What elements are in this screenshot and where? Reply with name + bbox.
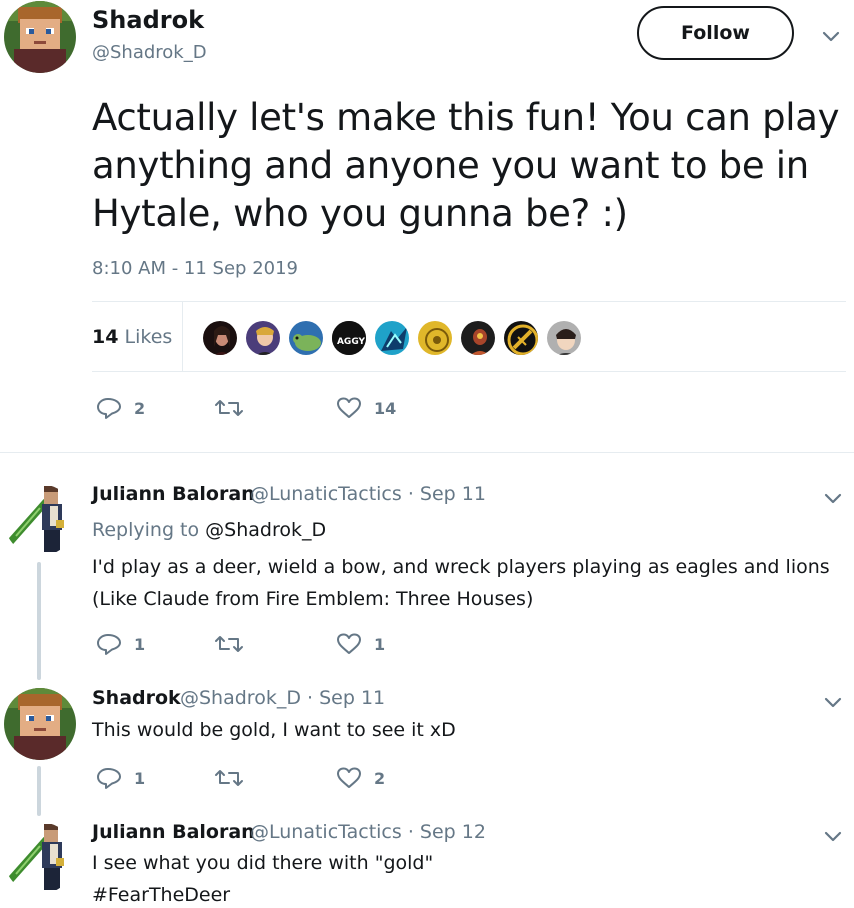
retweet-button[interactable] [214, 766, 244, 790]
reply-count: 1 [134, 634, 146, 654]
liker-avatar[interactable] [545, 319, 583, 357]
liker-avatar[interactable] [287, 319, 325, 357]
reply-avatar[interactable] [4, 822, 76, 894]
chevron-down-icon[interactable] [822, 487, 844, 509]
reply-text-line: This would be gold, I want to see it xD [92, 719, 456, 741]
thread-line [37, 562, 41, 680]
like-count: 14 [374, 398, 397, 418]
liker-avatar[interactable] [201, 319, 239, 357]
retweet-icon [215, 636, 243, 652]
reply-button[interactable]: 2 [96, 396, 145, 420]
divider [0, 452, 854, 453]
reply-author-handle: @LunaticTactics · Sep 12 [250, 821, 486, 843]
reply-text-line: (Like Claude from Fire Emblem: Three Hou… [92, 588, 534, 610]
reply-text: This would be gold, I want to see it xD [92, 714, 456, 746]
liker-avatar[interactable] [244, 319, 282, 357]
author-name[interactable]: Shadrok [92, 6, 204, 34]
reply-handle[interactable]: @LunaticTactics [250, 821, 402, 843]
retweet-icon [215, 770, 243, 786]
author-avatar[interactable] [4, 1, 76, 73]
like-count: 2 [374, 768, 386, 788]
reply-author-handle: @LunaticTactics · Sep 11 [250, 483, 486, 505]
reply-icon [97, 398, 121, 419]
divider [92, 371, 846, 372]
like-button[interactable]: 1 [336, 632, 385, 656]
replying-to-handle[interactable]: @Shadrok_D [205, 519, 326, 541]
reply-author-name[interactable]: Juliann Baloran [92, 821, 255, 843]
author-handle[interactable]: @Shadrok_D [92, 42, 207, 63]
thread-line [37, 766, 41, 816]
reply-text-line: I see what you did there with "gold" [92, 852, 434, 874]
reply-handle[interactable]: @Shadrok_D [180, 687, 301, 709]
reply-text: I'd play as a deer, wield a bow, and wre… [92, 551, 830, 615]
follow-button[interactable]: Follow [637, 6, 794, 60]
reply-date[interactable]: · Sep 11 [307, 687, 385, 709]
reply-date[interactable]: · Sep 11 [408, 483, 486, 505]
liker-badge-text: AGGY [337, 337, 366, 347]
chevron-down-icon[interactable] [820, 25, 842, 47]
likes-count[interactable]: 14 Likes [92, 326, 172, 348]
liker-avatar[interactable] [502, 319, 540, 357]
heart-icon [337, 397, 361, 418]
like-count: 1 [374, 634, 386, 654]
heart-icon [337, 767, 361, 788]
reply-icon [97, 634, 121, 655]
divider [92, 301, 846, 302]
reply-button[interactable]: 1 [96, 766, 145, 790]
reply-avatar[interactable] [4, 688, 76, 760]
like-button[interactable]: 2 [336, 766, 385, 790]
reply-author-name[interactable]: Juliann Baloran [92, 483, 255, 505]
replying-to: Replying to @Shadrok_D [92, 519, 326, 541]
reply-author-name[interactable]: Shadrok [92, 687, 181, 709]
reply-count: 1 [134, 768, 146, 788]
reply-author-handle: @Shadrok_D · Sep 11 [180, 687, 385, 709]
chevron-down-icon[interactable] [822, 825, 844, 847]
likes-label: Likes [124, 326, 173, 348]
retweet-icon [215, 400, 243, 416]
divider [182, 302, 183, 372]
heart-icon [337, 633, 361, 654]
reply-text: I see what you did there with "gold" #Fe… [92, 847, 433, 908]
retweet-button[interactable] [214, 396, 244, 420]
reply-handle[interactable]: @LunaticTactics [250, 483, 402, 505]
like-button[interactable]: 14 [336, 396, 396, 420]
chevron-down-icon[interactable] [822, 691, 844, 713]
reply-date[interactable]: · Sep 12 [408, 821, 486, 843]
liker-avatar[interactable] [373, 319, 411, 357]
liker-avatar[interactable] [416, 319, 454, 357]
reply-hashtag[interactable]: #FearTheDeer [92, 879, 433, 908]
reply-text-line: I'd play as a deer, wield a bow, and wre… [92, 556, 830, 578]
tweet-timestamp[interactable]: 8:10 AM - 11 Sep 2019 [92, 258, 298, 279]
reply-button[interactable]: 1 [96, 632, 145, 656]
reply-avatar[interactable] [4, 484, 76, 556]
reply-icon [97, 768, 121, 789]
reply-count: 2 [134, 398, 146, 418]
liker-avatar[interactable] [459, 319, 497, 357]
retweet-button[interactable] [214, 632, 244, 656]
liker-avatar[interactable]: AGGY [330, 319, 368, 357]
tweet-text: Actually let's make this fun! You can pl… [92, 96, 840, 235]
likes-number: 14 [92, 326, 119, 348]
replying-prefix: Replying to [92, 519, 200, 541]
